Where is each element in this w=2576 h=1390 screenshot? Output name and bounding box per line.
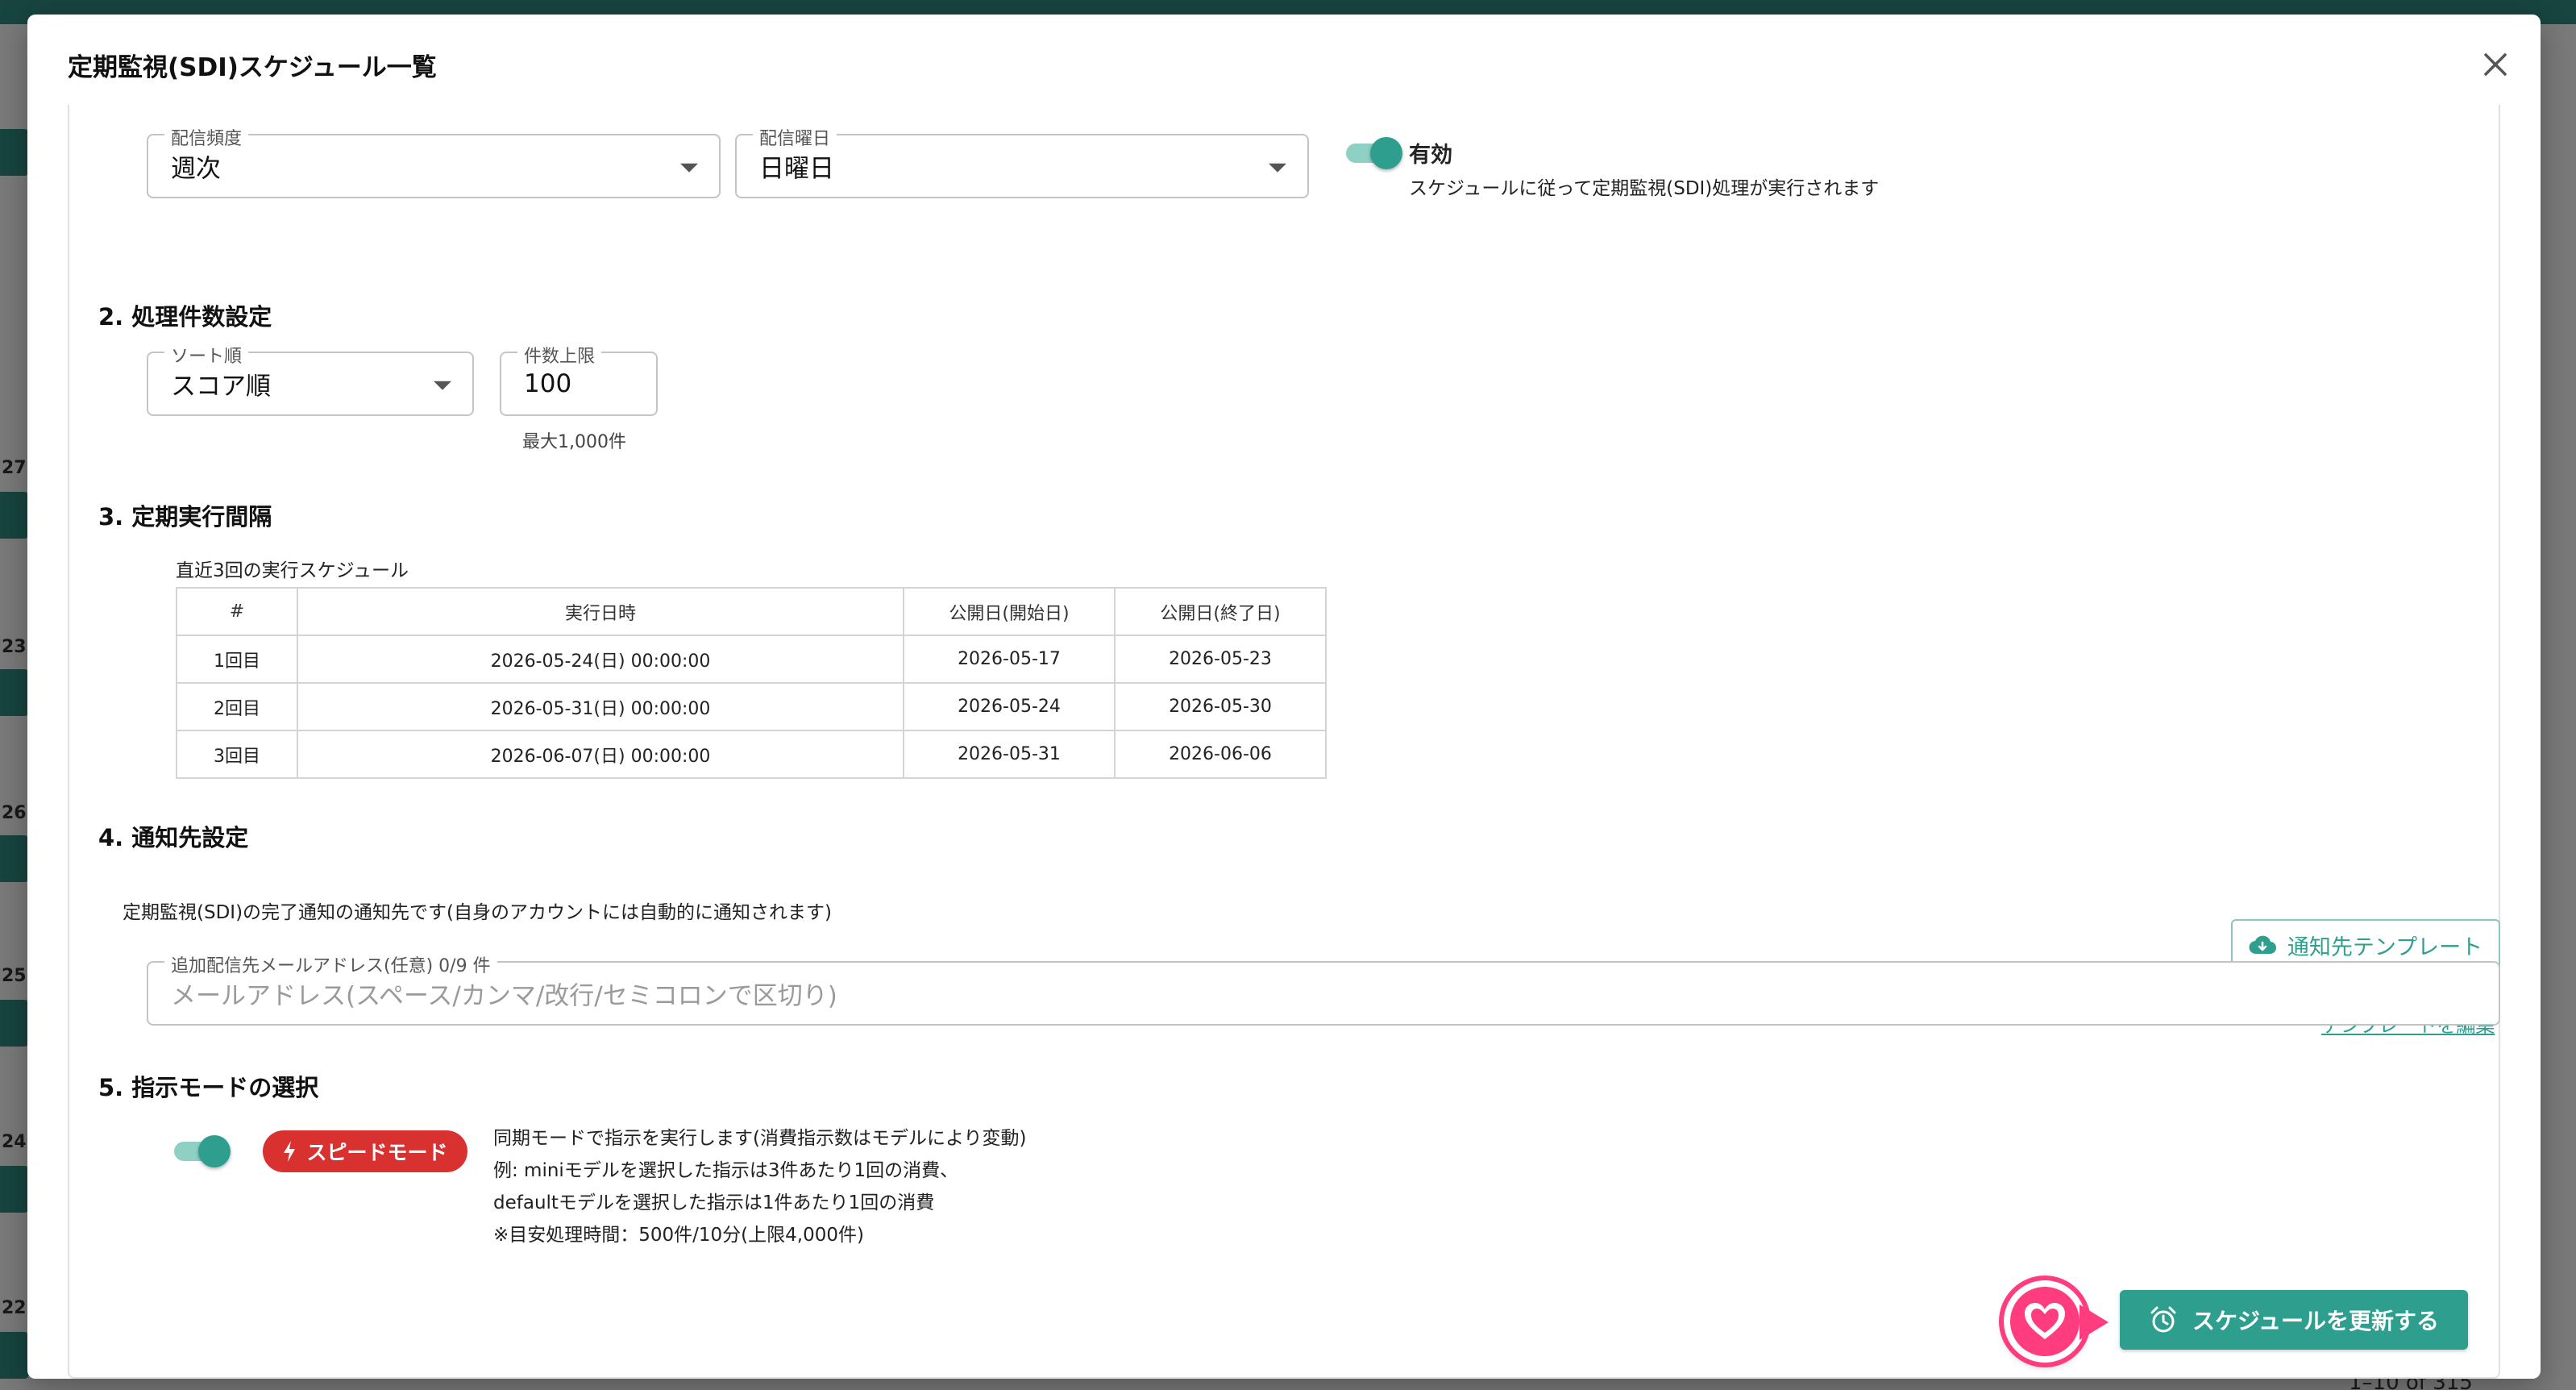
table-cell: 2026-06-06	[1114, 730, 1327, 779]
email-label: 追加配信先メールアドレス(任意) 0/9 件	[164, 951, 497, 977]
dropdown-arrow-icon	[1269, 163, 1286, 173]
table-cell: 2026-06-07(日) 00:00:00	[297, 730, 904, 779]
enabled-toggle[interactable]	[1341, 134, 1402, 171]
alarm-clock-icon	[2150, 1306, 2176, 1333]
weekday-label: 配信曜日	[753, 124, 837, 150]
sort-order-label: ソート順	[164, 342, 249, 368]
table-header-cell: 実行日時	[297, 587, 904, 636]
limit-value: 100	[524, 369, 572, 398]
table-cell: 2026-05-23	[1114, 635, 1327, 684]
table-header-cell: #	[176, 587, 298, 636]
table-cell: 2026-05-31(日) 00:00:00	[297, 682, 904, 731]
section-2-title: 2. 処理件数設定	[98, 303, 272, 331]
toggle-thumb	[198, 1135, 231, 1167]
heart-icon	[2025, 1303, 2065, 1339]
cloud-download-icon	[2249, 935, 2276, 955]
update-schedule-label: スケジュールを更新する	[2192, 1308, 2440, 1334]
frequency-select[interactable]: 配信頻度 週次	[147, 124, 721, 198]
table-cell: 2026-05-31	[903, 730, 1116, 779]
table-cell: 2026-05-30	[1114, 682, 1327, 731]
heart-pointer	[2079, 1305, 2109, 1340]
sort-order-value: スコア順	[171, 372, 271, 402]
weekday-select[interactable]: 配信曜日 日曜日	[735, 124, 1309, 198]
speed-mode-badge: スピードモード	[263, 1130, 467, 1172]
table-cell: 2026-05-17	[903, 635, 1116, 684]
template-button-label: 通知先テンプレート	[2287, 934, 2483, 960]
table-cell: 2026-05-24(日) 00:00:00	[297, 635, 904, 684]
table-row: 1回目 2026-05-24(日) 00:00:00 2026-05-17 20…	[176, 635, 1327, 684]
speed-mode-label: スピードモード	[306, 1141, 448, 1164]
table-cell: 2回目	[176, 682, 298, 731]
email-input[interactable]: 追加配信先メールアドレス(任意) 0/9 件 メールアドレス(スペース/カンマ/…	[147, 951, 2500, 1026]
schedule-table: # 実行日時 公開日(開始日) 公開日(終了日) 1回目 2026-05-24(…	[176, 587, 1327, 779]
modal-title: 定期監視(SDI)スケジュール一覧	[68, 53, 437, 82]
toggle-thumb	[1370, 137, 1402, 169]
weekday-value: 日曜日	[759, 154, 834, 184]
table-cell: 3回目	[176, 730, 298, 779]
modal-content: 配信頻度 週次 配信曜日 日曜日 有効 スケジュールに従って定期監視(SDI)処…	[68, 105, 2500, 1379]
table-caption: 直近3回の実行スケジュール	[176, 560, 409, 581]
dropdown-arrow-icon	[434, 381, 451, 390]
mode-description-line-1: 同期モードで指示を実行します(消費指示数はモデルにより変動)	[493, 1128, 1027, 1149]
mode-description-line-4: ※目安処理時間：500件/10分(上限4,000件)	[493, 1225, 864, 1246]
limit-hint: 最大1,000件	[522, 432, 626, 452]
table-row: 2回目 2026-05-31(日) 00:00:00 2026-05-24 20…	[176, 682, 1327, 731]
update-schedule-button[interactable]: スケジュールを更新する	[2120, 1290, 2468, 1350]
limit-input[interactable]: 件数上限 100	[500, 342, 658, 416]
enabled-label: 有効	[1409, 143, 1452, 168]
table-header-cell: 公開日(開始日)	[903, 587, 1116, 636]
frequency-label: 配信頻度	[164, 124, 249, 150]
schedule-modal: 定期監視(SDI)スケジュール一覧 配信頻度 週次 配信曜日 日曜日 有効 スケ…	[27, 15, 2541, 1379]
notification-description: 定期監視(SDI)の完了通知の通知先です(自身のアカウントには自動的に通知されま…	[123, 902, 832, 923]
section-5-title: 5. 指示モードの選択	[98, 1074, 319, 1101]
table-header-cell: 公開日(終了日)	[1114, 587, 1327, 636]
speed-mode-toggle[interactable]	[169, 1132, 231, 1169]
limit-label: 件数上限	[517, 342, 602, 368]
table-cell: 2026-05-24	[903, 682, 1116, 731]
section-3-title: 3. 定期実行間隔	[98, 503, 272, 531]
enabled-description: スケジュールに従って定期監視(SDI)処理が実行されます	[1409, 178, 1880, 199]
email-placeholder: メールアドレス(スペース/カンマ/改行/セミコロンで区切り)	[171, 981, 837, 1011]
table-header-row: # 実行日時 公開日(開始日) 公開日(終了日)	[176, 587, 1327, 636]
close-icon	[2484, 53, 2507, 76]
frequency-value: 週次	[171, 154, 221, 184]
table-row: 3回目 2026-06-07(日) 00:00:00 2026-05-31 20…	[176, 730, 1327, 779]
mode-description-line-3: defaultモデルを選択した指示は1件あたり1回の消費	[493, 1192, 935, 1213]
section-4-title: 4. 通知先設定	[98, 824, 249, 851]
sort-order-select[interactable]: ソート順 スコア順	[147, 342, 474, 416]
table-cell: 1回目	[176, 635, 298, 684]
favorite-heart-button[interactable]	[2004, 1280, 2086, 1363]
close-button[interactable]	[2474, 44, 2516, 85]
mode-description-line-2: 例: miniモデルを選択した指示は3件あたり1回の消費、	[493, 1160, 959, 1181]
dropdown-arrow-icon	[680, 163, 698, 173]
lightning-icon	[284, 1141, 296, 1162]
